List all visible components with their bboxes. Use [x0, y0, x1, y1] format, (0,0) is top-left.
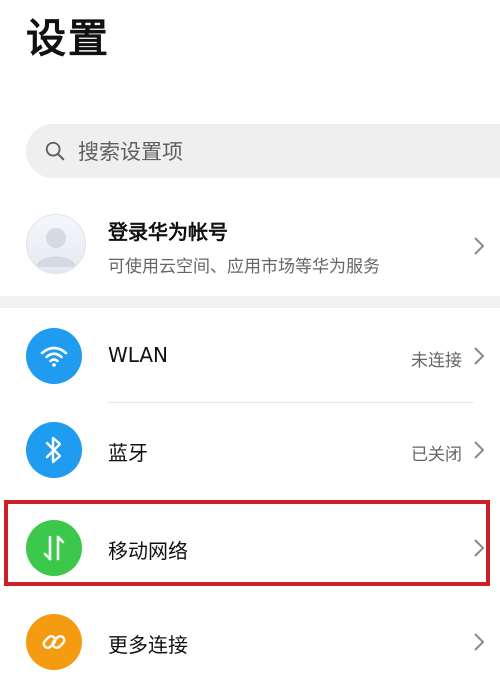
chevron-right-icon — [474, 633, 485, 651]
account-title: 登录华为帐号 — [108, 220, 228, 244]
wifi-icon — [26, 328, 82, 384]
bluetooth-icon — [26, 422, 82, 478]
setting-item-more-connections[interactable]: 更多连接 — [0, 596, 500, 688]
avatar-placeholder-icon — [36, 228, 76, 267]
search-icon — [45, 141, 65, 161]
setting-value: 已关闭 — [411, 445, 462, 465]
setting-item-wlan[interactable]: WLAN 未连接 — [0, 310, 500, 402]
settings-page: 设置 搜索设置项 登录华为帐号 可使用云空间、应用市场等华为服务 WLAN 未连… — [0, 0, 500, 692]
highlight-annotation — [4, 500, 490, 586]
chevron-right-icon — [474, 237, 485, 255]
chevron-right-icon — [474, 347, 485, 365]
account-row[interactable]: 登录华为帐号 可使用云空间、应用市场等华为服务 — [0, 200, 500, 292]
setting-item-bluetooth[interactable]: 蓝牙 已关闭 — [0, 404, 500, 496]
setting-value: 未连接 — [411, 351, 462, 371]
link-icon — [26, 614, 82, 670]
account-subtitle: 可使用云空间、应用市场等华为服务 — [108, 257, 380, 277]
row-divider — [108, 402, 474, 403]
setting-label: 蓝牙 — [108, 441, 148, 465]
page-title: 设置 — [26, 16, 110, 62]
setting-label: WLAN — [108, 343, 169, 367]
section-divider — [0, 296, 500, 308]
search-placeholder: 搜索设置项 — [78, 140, 183, 164]
avatar — [26, 214, 86, 274]
setting-label: 更多连接 — [108, 633, 188, 657]
search-bar[interactable]: 搜索设置项 — [26, 124, 500, 178]
chevron-right-icon — [474, 441, 485, 459]
